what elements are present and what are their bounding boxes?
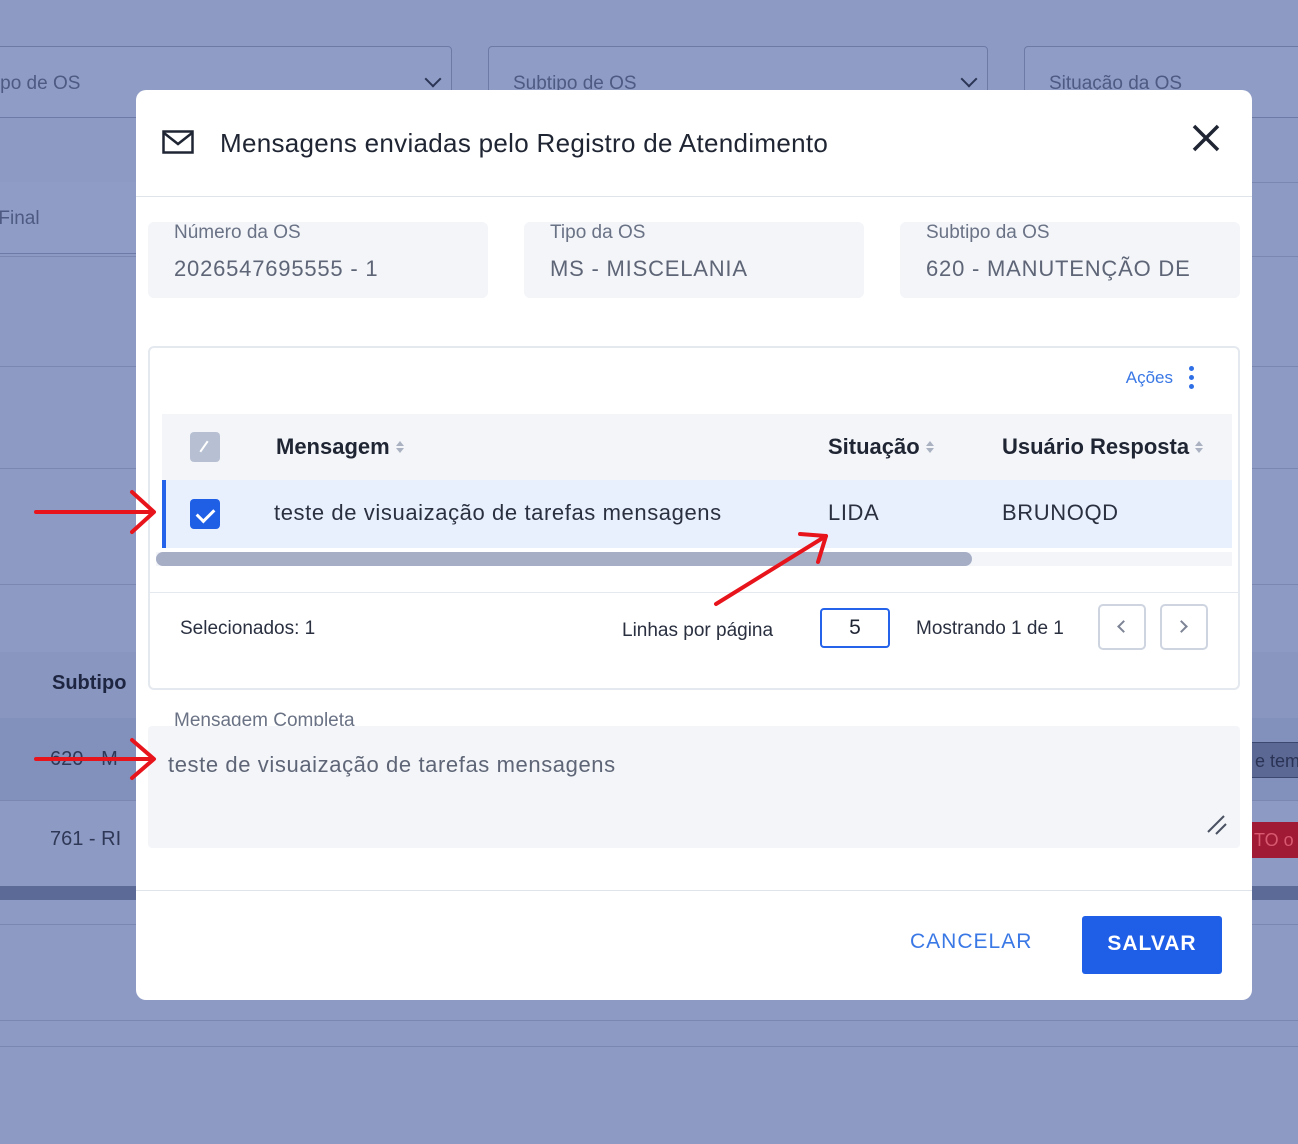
column-label: Mensagem: [276, 434, 390, 459]
full-message-textarea[interactable]: teste de visuaização de tarefas mensagen…: [148, 726, 1240, 848]
resize-handle-icon[interactable]: [1206, 814, 1228, 836]
bg-pill-2: TO o: [1244, 822, 1298, 858]
sort-icon[interactable]: [395, 441, 404, 453]
prev-page-button[interactable]: [1098, 604, 1146, 650]
sort-icon[interactable]: [925, 441, 934, 453]
rows-per-page-label: Linhas por página: [622, 620, 774, 641]
info-tipo-os: Tipo da OS MS - MISCELANIA: [524, 222, 864, 298]
column-header-usuario-resposta[interactable]: Usuário Resposta: [1002, 434, 1204, 460]
cell-mensagem: teste de visuaização de tarefas mensagen…: [274, 500, 722, 525]
bg-date-label: Data Final: [0, 208, 40, 229]
chevron-down-icon: [960, 70, 978, 88]
actions-menu[interactable]: Ações: [1126, 366, 1194, 389]
bg-row-2: 761 - RI: [50, 828, 122, 850]
scrollbar-thumb[interactable]: [156, 552, 972, 566]
close-icon[interactable]: [1190, 122, 1222, 154]
cell-situacao: LIDA: [828, 500, 880, 525]
table-row[interactable]: teste de visuaização de tarefas mensagen…: [162, 480, 1232, 548]
info-label: Tipo da OS: [550, 222, 646, 243]
chevron-left-icon: [1117, 620, 1130, 633]
pagination-status: Mostrando 1 de 1: [916, 618, 1064, 639]
cancel-button[interactable]: CANCELAR: [910, 930, 1032, 954]
bg-date-field: Data Final: [0, 182, 152, 254]
next-page-button[interactable]: [1160, 604, 1208, 650]
chevron-down-icon: [424, 70, 442, 88]
table-header: Mensagem Situação Usuário Resposta: [162, 414, 1232, 480]
rows-per-page-input[interactable]: 5: [820, 608, 890, 648]
info-value: MS - MISCELANIA: [550, 256, 748, 281]
kebab-menu-icon[interactable]: [1189, 366, 1194, 389]
bg-table-header: Subtipo: [52, 672, 127, 694]
modal-title: Mensagens enviadas pelo Registro de Aten…: [220, 128, 829, 158]
info-subtipo-os: Subtipo da OS 620 - MANUTENÇÃO DE: [900, 222, 1240, 298]
column-header-mensagem[interactable]: Mensagem: [276, 434, 404, 460]
selected-count: Selecionados: 1: [180, 618, 316, 639]
messages-table-card: Ações Mensagem Situação Usuário Resposta…: [148, 346, 1240, 690]
info-label: Subtipo da OS: [926, 222, 1050, 243]
cell-usuario: BRUNOQD: [1002, 500, 1119, 525]
info-label: Número da OS: [174, 222, 301, 243]
bg-row-1: 620 - M: [50, 748, 118, 770]
sort-icon[interactable]: [1195, 441, 1204, 453]
column-label: Usuário Resposta: [1002, 434, 1190, 459]
messages-modal: Mensagens enviadas pelo Registro de Aten…: [136, 90, 1252, 1000]
row-checkbox[interactable]: [190, 499, 220, 529]
bg-pill-1: e tem: [1244, 742, 1298, 778]
bg-filter-tipo-label: Tipo de OS: [0, 73, 81, 94]
full-message-text: teste de visuaização de tarefas mensagen…: [168, 752, 616, 777]
chevron-right-icon: [1175, 620, 1188, 633]
modal-header: Mensagens enviadas pelo Registro de Aten…: [136, 90, 1252, 197]
horizontal-scrollbar[interactable]: [156, 552, 1232, 566]
info-numero-os: Número da OS 2026547695555 - 1: [148, 222, 488, 298]
info-value: 2026547695555 - 1: [174, 256, 379, 281]
column-header-situacao[interactable]: Situação: [828, 434, 934, 460]
mail-icon: [162, 130, 194, 154]
info-value: 620 - MANUTENÇÃO DE: [926, 256, 1191, 281]
actions-label: Ações: [1125, 367, 1173, 387]
save-button[interactable]: SALVAR: [1082, 916, 1222, 974]
column-label: Situação: [828, 434, 920, 459]
select-all-checkbox[interactable]: [190, 432, 220, 462]
